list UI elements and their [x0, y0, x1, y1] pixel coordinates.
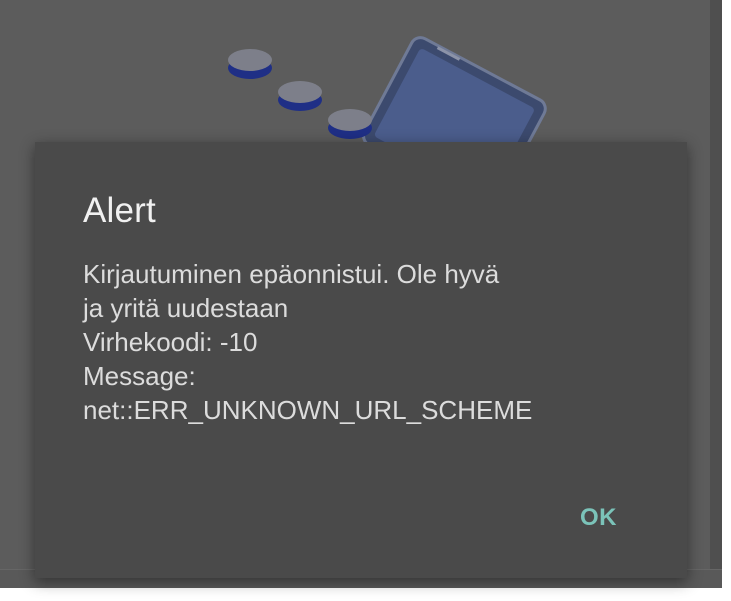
message-label-line: Message:: [83, 361, 196, 391]
coin-icon: [228, 49, 272, 79]
screen-edge: [710, 0, 722, 588]
message-line: Kirjautuminen epäonnistui. Ole hyvä: [83, 259, 500, 289]
coin-icon: [328, 109, 372, 139]
error-code-line: Virhekoodi: -10: [83, 327, 258, 357]
coin-icon: [278, 81, 322, 111]
ok-button[interactable]: OK: [574, 498, 623, 538]
error-message-line: net::ERR_UNKNOWN_URL_SCHEME: [83, 395, 533, 425]
alert-dialog: Alert Kirjautuminen epäonnistui. Ole hyv…: [35, 142, 687, 578]
dialog-title: Alert: [83, 191, 156, 230]
dialog-message: Kirjautuminen epäonnistui. Ole hyvä ja y…: [83, 257, 663, 427]
message-line: ja yritä uudestaan: [83, 293, 289, 323]
